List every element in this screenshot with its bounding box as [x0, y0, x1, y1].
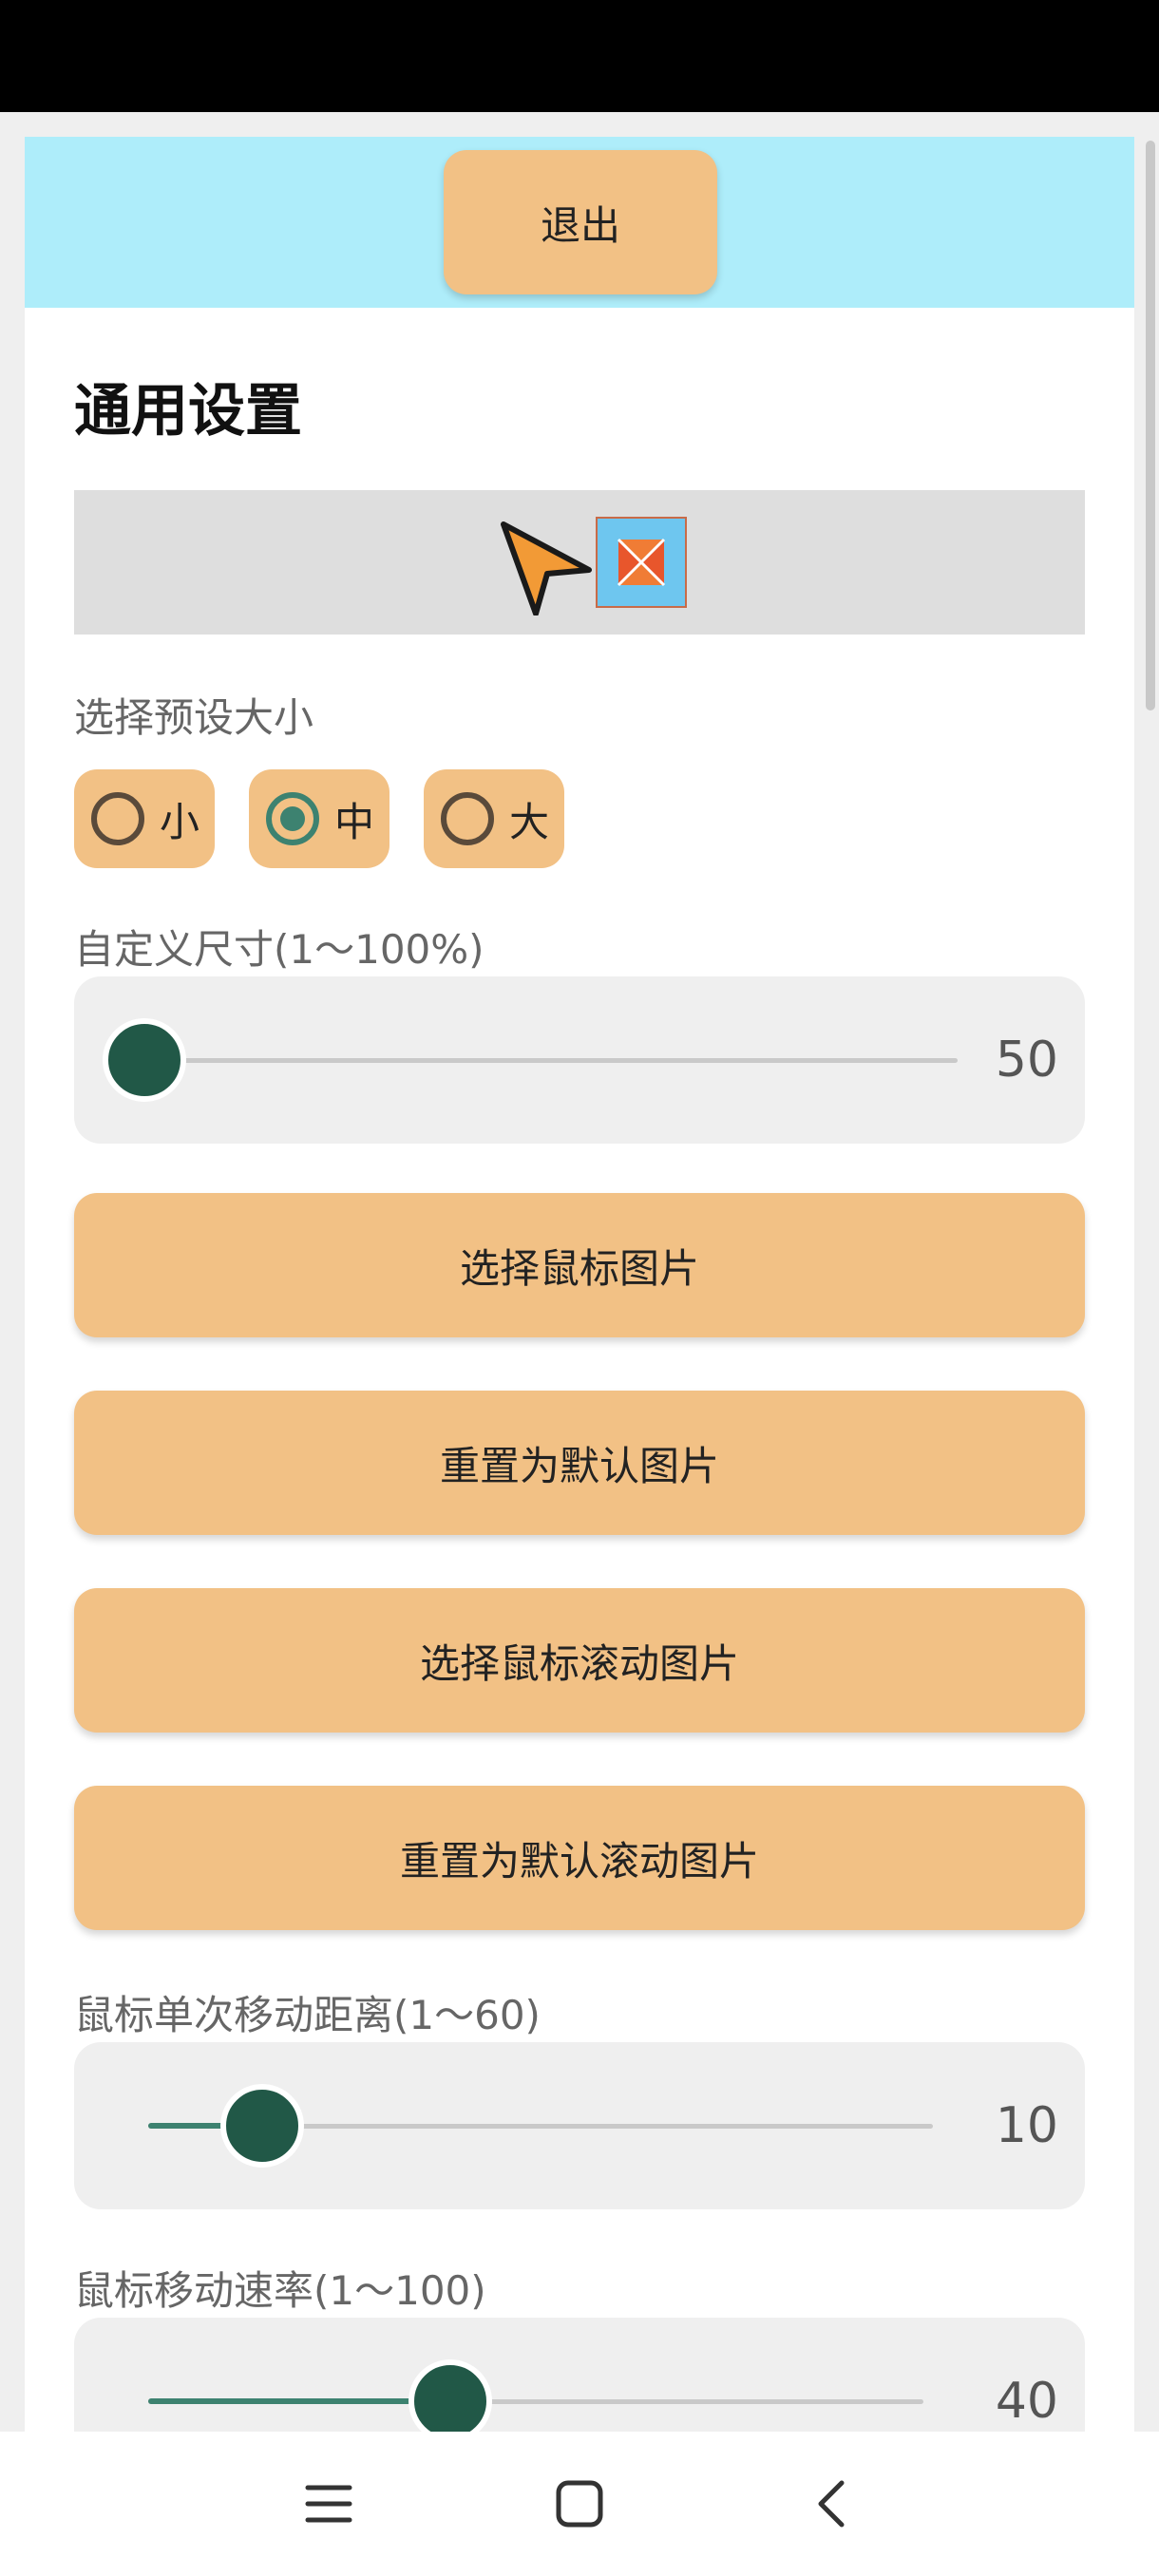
radio-small[interactable]: 小 — [74, 769, 215, 868]
chevron-left-icon[interactable] — [792, 2466, 868, 2542]
move-speed-label: 鼠标移动速率(1～100) — [74, 2267, 486, 2314]
radio-button-icon — [441, 792, 494, 845]
menu-lines-icon[interactable] — [291, 2466, 367, 2542]
square-home-icon[interactable] — [542, 2466, 618, 2542]
slider-value: 10 — [995, 2097, 1058, 2154]
radio-label: 中 — [334, 798, 375, 845]
status-bar — [0, 0, 1159, 112]
slider-thumb[interactable] — [408, 2359, 492, 2435]
reset-scroll-image-button[interactable]: 重置为默认滚动图片 — [74, 1786, 1085, 1930]
custom-size-label: 自定义尺寸(1～100%) — [74, 926, 484, 973]
choose-cursor-image-button[interactable]: 选择鼠标图片 — [74, 1193, 1085, 1337]
slider-track — [150, 1058, 958, 1063]
settings-card: 退出 通用设置 选择预设大小 小 中 大 自定义尺寸(1～100%) 50 选择… — [25, 137, 1134, 2435]
cursor-preview-panel — [74, 490, 1085, 635]
radio-medium[interactable]: 中 — [249, 769, 390, 868]
orange-arrow-cursor-icon — [501, 521, 592, 616]
page-title: 通用设置 — [74, 378, 302, 445]
slider-thumb[interactable] — [220, 2084, 304, 2168]
exit-button[interactable]: 退出 — [444, 150, 717, 294]
radio-button-checked-icon — [266, 792, 319, 845]
slider-track-active — [148, 2398, 452, 2404]
move-distance-label: 鼠标单次移动距离(1～60) — [74, 1992, 541, 2038]
navigation-bar — [0, 2432, 1159, 2576]
scrollbar[interactable] — [1146, 141, 1155, 710]
reset-cursor-image-button[interactable]: 重置为默认图片 — [74, 1391, 1085, 1535]
preset-size-label: 选择预设大小 — [74, 694, 314, 741]
slider-value: 50 — [995, 1032, 1058, 1089]
radio-label: 小 — [160, 798, 200, 845]
move-speed-slider[interactable]: 40 — [74, 2318, 1085, 2435]
move-distance-slider[interactable]: 10 — [74, 2042, 1085, 2209]
slider-thumb[interactable] — [103, 1018, 186, 1102]
radio-button-icon — [91, 792, 144, 845]
choose-scroll-image-button[interactable]: 选择鼠标滚动图片 — [74, 1588, 1085, 1733]
slider-value: 40 — [995, 2373, 1058, 2430]
radio-label: 大 — [509, 798, 550, 845]
top-banner: 退出 — [25, 137, 1134, 308]
custom-size-slider[interactable]: 50 — [74, 976, 1085, 1144]
radio-large[interactable]: 大 — [424, 769, 564, 868]
scroll-cursor-icon — [596, 517, 687, 608]
